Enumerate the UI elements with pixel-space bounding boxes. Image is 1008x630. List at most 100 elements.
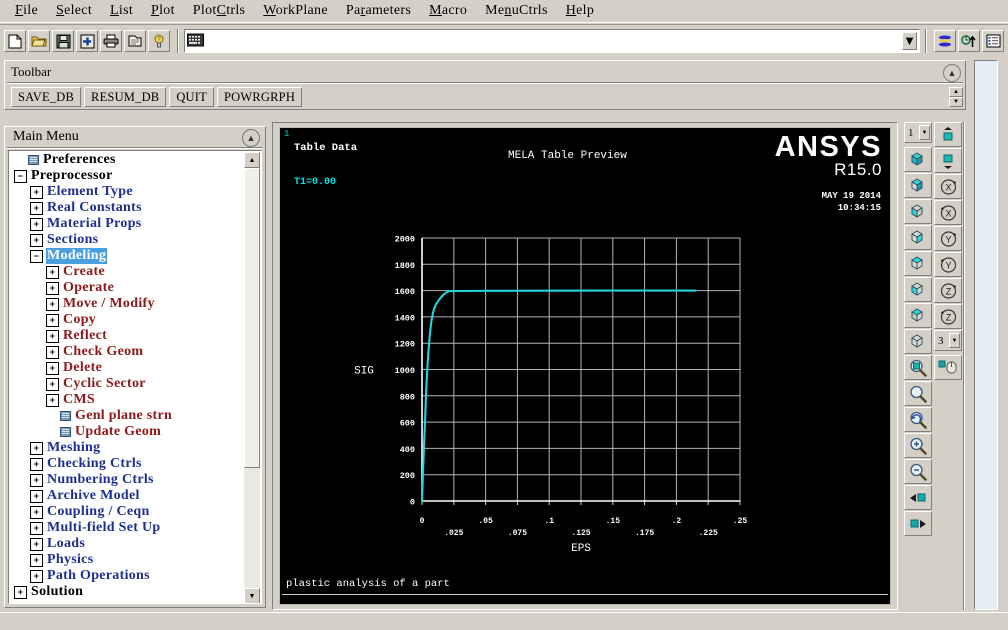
tree-item-move-modify[interactable]: + Move / Modify [9, 296, 245, 312]
tree-item-numbering-ctrls[interactable]: + Numbering Ctrls [9, 472, 245, 488]
tree-expand-icon[interactable]: + [30, 441, 43, 455]
menu-item-help[interactable]: Help [557, 2, 603, 20]
tree-item-copy[interactable]: + Copy [9, 312, 245, 328]
menu-item-parameters[interactable]: Parameters [337, 2, 420, 20]
tree-scroll-up-icon[interactable]: ▲ [244, 152, 260, 168]
zoom-out-icon[interactable] [904, 459, 932, 484]
tree-item-check-geom[interactable]: + Check Geom [9, 344, 245, 360]
help-question-icon[interactable]: ? [148, 30, 170, 52]
tree-item-preferences[interactable]: Preferences [9, 152, 245, 168]
tree-item-genl-plane-strn[interactable]: Genl plane strn [9, 408, 245, 424]
contour-plot-icon[interactable] [934, 30, 956, 52]
menu-item-list[interactable]: List [101, 2, 142, 20]
front-view-icon[interactable] [904, 199, 932, 224]
toolbar-scroll-up-icon[interactable]: ▲ [949, 87, 963, 97]
bottom-view-icon[interactable] [904, 329, 932, 354]
new-file-icon[interactable] [4, 30, 26, 52]
command-input-wrapper[interactable]: ▼ [184, 29, 920, 53]
open-folder-icon[interactable] [28, 30, 50, 52]
tree-expand-icon[interactable]: + [30, 521, 43, 535]
rotate-z-plus-icon[interactable]: Z [934, 278, 962, 303]
tree-expand-icon[interactable]: + [46, 393, 59, 407]
pan-down-icon[interactable] [934, 148, 962, 173]
left-view-icon[interactable] [904, 251, 932, 276]
tree-expand-icon[interactable]: + [46, 345, 59, 359]
menu-item-select[interactable]: Select [47, 2, 101, 20]
tree-expand-icon[interactable]: + [30, 217, 43, 231]
view-number-combo[interactable]: 1 ▼ [904, 122, 932, 143]
save-icon[interactable] [52, 30, 74, 52]
pan-up-icon[interactable] [934, 122, 962, 147]
command-input[interactable] [207, 31, 902, 51]
tree-item-modeling[interactable]: − Modeling [9, 248, 245, 264]
tree-expand-icon[interactable]: + [30, 473, 43, 487]
tree-expand-icon[interactable]: + [30, 185, 43, 199]
tree-item-real-constants[interactable]: + Real Constants [9, 200, 245, 216]
menu-item-plotctrls[interactable]: PlotCtrls [184, 2, 255, 20]
rotate-x-minus-icon[interactable]: X [934, 200, 962, 225]
zoom-window-icon[interactable] [904, 355, 932, 380]
rotate-y-plus-icon[interactable]: Y [934, 226, 962, 251]
tree-collapse-icon[interactable]: − [14, 169, 27, 183]
main-menu-collapse-icon[interactable]: ▲ [242, 129, 260, 147]
tree-item-coupling-ceqn[interactable]: + Coupling / Ceqn [9, 504, 245, 520]
tree-expand-icon[interactable]: + [30, 553, 43, 567]
toolbar-button-save_db[interactable]: SAVE_DB [11, 87, 82, 107]
pan-left-icon[interactable] [904, 485, 932, 510]
isometric-view-icon[interactable] [904, 147, 932, 172]
tree-item-material-props[interactable]: + Material Props [9, 216, 245, 232]
oblique-view-icon[interactable] [904, 173, 932, 198]
chevron-down-icon[interactable]: ▼ [949, 333, 960, 348]
tree-expand-icon[interactable]: + [30, 201, 43, 215]
tree-collapse-icon[interactable]: − [30, 249, 43, 263]
tree-scroll-track[interactable] [244, 168, 260, 588]
command-history-dropdown[interactable]: ▼ [902, 32, 917, 50]
tree-item-update-geom[interactable]: Update Geom [9, 424, 245, 440]
tree-expand-icon[interactable]: + [46, 329, 59, 343]
tree-item-path-operations[interactable]: + Path Operations [9, 568, 245, 584]
top-view-icon[interactable] [904, 303, 932, 328]
report-generator-icon[interactable] [124, 30, 146, 52]
tree-expand-icon[interactable]: + [30, 233, 43, 247]
tree-item-cms[interactable]: + CMS [9, 392, 245, 408]
box-zoom-icon[interactable] [904, 381, 932, 406]
tree-expand-icon[interactable]: + [46, 281, 59, 295]
tree-item-delete[interactable]: + Delete [9, 360, 245, 376]
tree-item-meshing[interactable]: + Meshing [9, 440, 245, 456]
menu-item-macro[interactable]: Macro [420, 2, 476, 20]
rate-combo[interactable]: 3 ▼ [934, 330, 962, 351]
tree-expand-icon[interactable]: + [30, 505, 43, 519]
right-view-icon[interactable] [904, 277, 932, 302]
resume-db-icon[interactable] [76, 30, 98, 52]
tree-item-operate[interactable]: + Operate [9, 280, 245, 296]
tree-item-element-type[interactable]: + Element Type [9, 184, 245, 200]
list-results-icon[interactable] [982, 30, 1004, 52]
tree-item-loads[interactable]: + Loads [9, 536, 245, 552]
chevron-down-icon[interactable]: ▼ [919, 125, 930, 140]
graphics-canvas[interactable]: 1 Table Data MELA Table Preview T1=0.00 … [279, 127, 891, 605]
rotate-z-minus-icon[interactable]: Z [934, 304, 962, 329]
tree-item-solution[interactable]: + Solution [9, 584, 245, 600]
pan-right-icon[interactable] [904, 511, 932, 536]
toolbar-scroll-down-icon[interactable]: ▼ [949, 97, 963, 107]
toolbar-button-resum_db[interactable]: RESUM_DB [84, 87, 167, 107]
tree-item-physics[interactable]: + Physics [9, 552, 245, 568]
tree-expand-icon[interactable]: + [46, 297, 59, 311]
tree-item-preprocessor[interactable]: − Preprocessor [9, 168, 245, 184]
menu-item-menuctrls[interactable]: MenuCtrls [476, 2, 557, 20]
zoom-in-icon[interactable] [904, 433, 932, 458]
dynamic-mode-icon[interactable] [934, 355, 962, 380]
tree-scroll-down-icon[interactable]: ▼ [244, 588, 260, 603]
tree-item-sections[interactable]: + Sections [9, 232, 245, 248]
tree-item-cyclic-sector[interactable]: + Cyclic Sector [9, 376, 245, 392]
tree-item-archive-model[interactable]: + Archive Model [9, 488, 245, 504]
tree-expand-icon[interactable]: + [46, 361, 59, 375]
tree-item-reflect[interactable]: + Reflect [9, 328, 245, 344]
tree-scroll-thumb[interactable] [244, 168, 260, 468]
rotate-x-plus-icon[interactable]: X [934, 174, 962, 199]
tree-expand-icon[interactable]: + [30, 537, 43, 551]
toolbar-button-quit[interactable]: QUIT [169, 87, 214, 107]
graphics-window[interactable]: 1 Table Data MELA Table Preview T1=0.00 … [272, 122, 898, 610]
back-view-icon[interactable] [904, 225, 932, 250]
toolbar-button-powrgrph[interactable]: POWRGRPH [216, 87, 303, 107]
